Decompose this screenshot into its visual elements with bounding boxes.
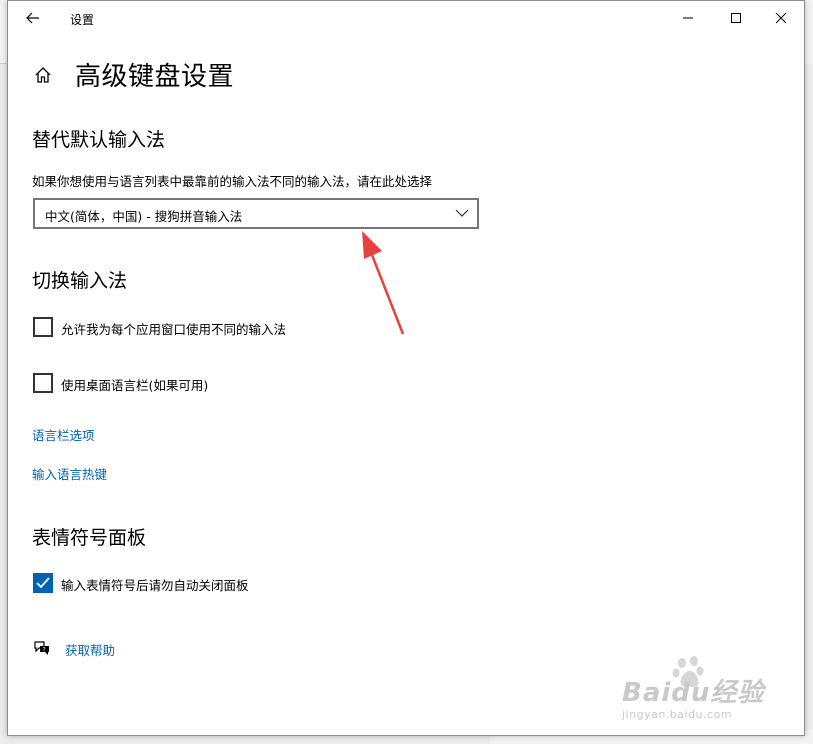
title-bar: 设置 (8, 1, 804, 35)
emoji-panel-label: 输入表情符号后请勿自动关闭面板 (61, 578, 249, 593)
language-bar-options-link[interactable]: 语言栏选项 (32, 425, 95, 444)
window-title: 设置 (70, 13, 95, 27)
dropdown-selected-value: 中文(简体，中国) - 搜狗拼音输入法 (45, 209, 243, 224)
section-title-switch: 切换输入法 (32, 270, 128, 292)
get-help-link[interactable]: 获取帮助 (65, 640, 115, 659)
per-app-input-method-checkbox[interactable] (33, 317, 53, 337)
input-language-hotkeys-link[interactable]: 输入语言热键 (32, 464, 107, 483)
chevron-down-icon (455, 209, 469, 217)
back-button[interactable] (21, 7, 45, 29)
minimize-button[interactable] (665, 1, 711, 35)
svg-text:?: ? (43, 647, 46, 654)
red-annotation-arrow (362, 231, 405, 335)
maximize-icon (731, 13, 741, 23)
home-icon[interactable] (33, 65, 53, 85)
desktop-language-bar-checkbox[interactable] (33, 373, 53, 393)
watermark-brand: Baidu经验 (622, 678, 765, 708)
per-app-input-method-label: 允许我为每个应用窗口使用不同的输入法 (61, 322, 287, 337)
chat-help-icon: ? (33, 639, 51, 657)
override-description: 如果你想使用与语言列表中最靠前的输入法不同的输入法，请在此处选择 (32, 174, 433, 189)
page-title: 高级键盘设置 (75, 62, 235, 92)
desktop-language-bar-label: 使用桌面语言栏(如果可用) (61, 378, 209, 393)
close-button[interactable] (758, 1, 804, 35)
close-icon (775, 12, 787, 24)
checkmark-icon (36, 577, 50, 589)
minimize-icon (683, 17, 693, 19)
watermark-url: jingyan.baidu.com (622, 708, 733, 721)
maximize-button[interactable] (713, 1, 759, 35)
emoji-panel-checkbox[interactable] (33, 573, 53, 593)
back-arrow-icon (26, 12, 39, 24)
settings-window: 设置 高级键盘设置 替代默认输入法 如果你想使用与语言列表中最靠前的输入法不同的… (7, 0, 805, 736)
section-title-emoji: 表情符号面板 (32, 527, 147, 549)
section-title-override: 替代默认输入法 (32, 129, 166, 151)
input-method-dropdown[interactable]: 中文(简体，中国) - 搜狗拼音输入法 (33, 198, 479, 229)
